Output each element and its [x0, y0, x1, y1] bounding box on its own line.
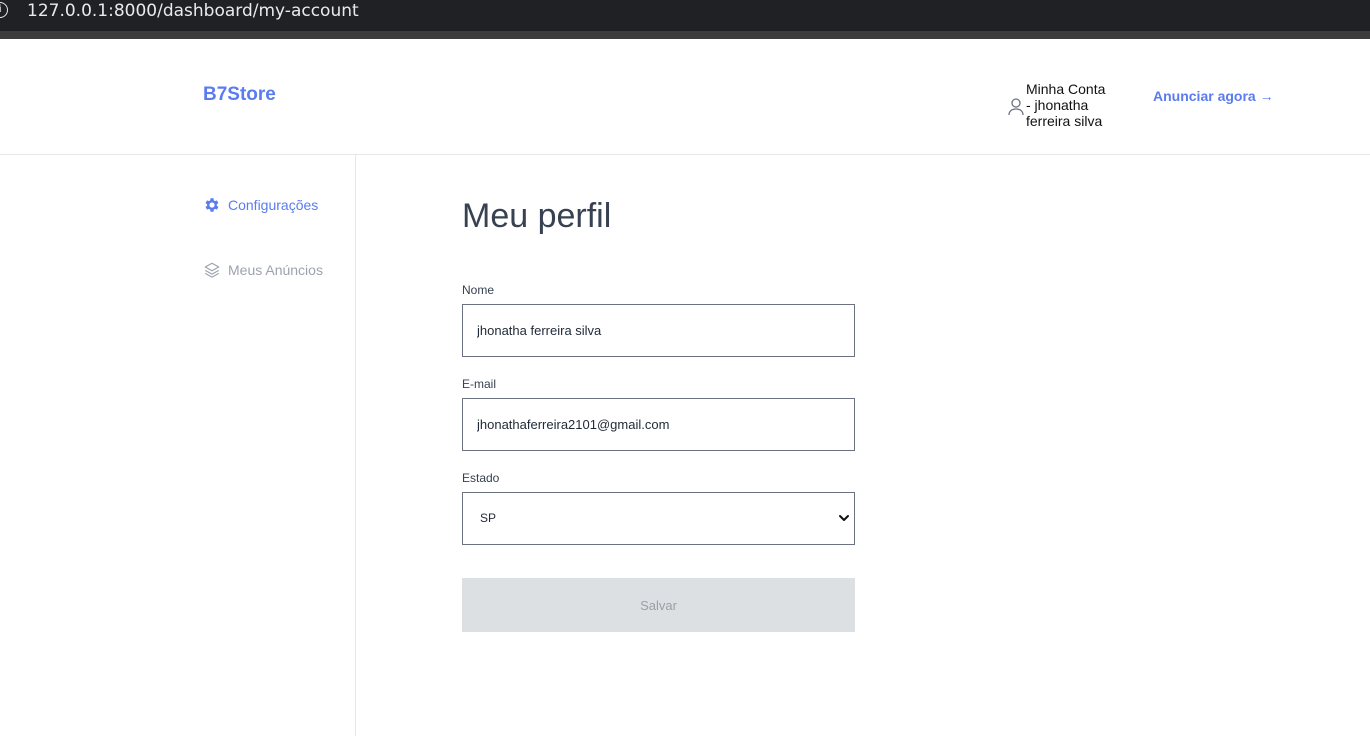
site-header: B7Store Minha Conta - jhonatha ferreira … — [0, 39, 1370, 155]
logo[interactable]: B7Store — [203, 84, 276, 106]
sidebar-item-label: Configurações — [228, 197, 319, 213]
site-info-icon[interactable]: i — [0, 2, 8, 18]
announce-now-link[interactable]: Anunciar agora → — [1153, 88, 1274, 104]
layers-icon — [204, 262, 220, 278]
save-button[interactable]: Salvar — [462, 578, 855, 632]
gear-icon — [205, 198, 219, 212]
page-title: Meu perfil — [462, 197, 612, 235]
address-url[interactable]: 127.0.0.1:8000/dashboard/my-account — [27, 0, 359, 22]
email-input[interactable] — [462, 398, 855, 451]
sidebar-item-label: Meus Anúncios — [228, 262, 323, 278]
user-icon — [1008, 98, 1024, 116]
account-menu[interactable]: Minha Conta - jhonatha ferreira silva — [1007, 81, 1112, 129]
name-input[interactable] — [462, 304, 855, 357]
email-label: E-mail — [462, 377, 497, 391]
state-select[interactable]: SP — [462, 492, 855, 545]
name-label: Nome — [462, 283, 495, 297]
sidebar-item-configuracoes[interactable]: Configurações — [203, 196, 318, 214]
state-select-value: SP — [480, 511, 497, 525]
account-label: Minha Conta - jhonatha ferreira silva — [1026, 81, 1106, 129]
browser-address-bar: i 127.0.0.1:8000/dashboard/my-account — [0, 0, 1370, 39]
state-label: Estado — [462, 471, 500, 485]
chevron-down-icon — [839, 515, 849, 521]
sidebar-item-meus-anuncios[interactable]: Meus Anúncios — [203, 261, 323, 279]
sidebar: Configurações Meus Anúncios — [0, 155, 356, 736]
